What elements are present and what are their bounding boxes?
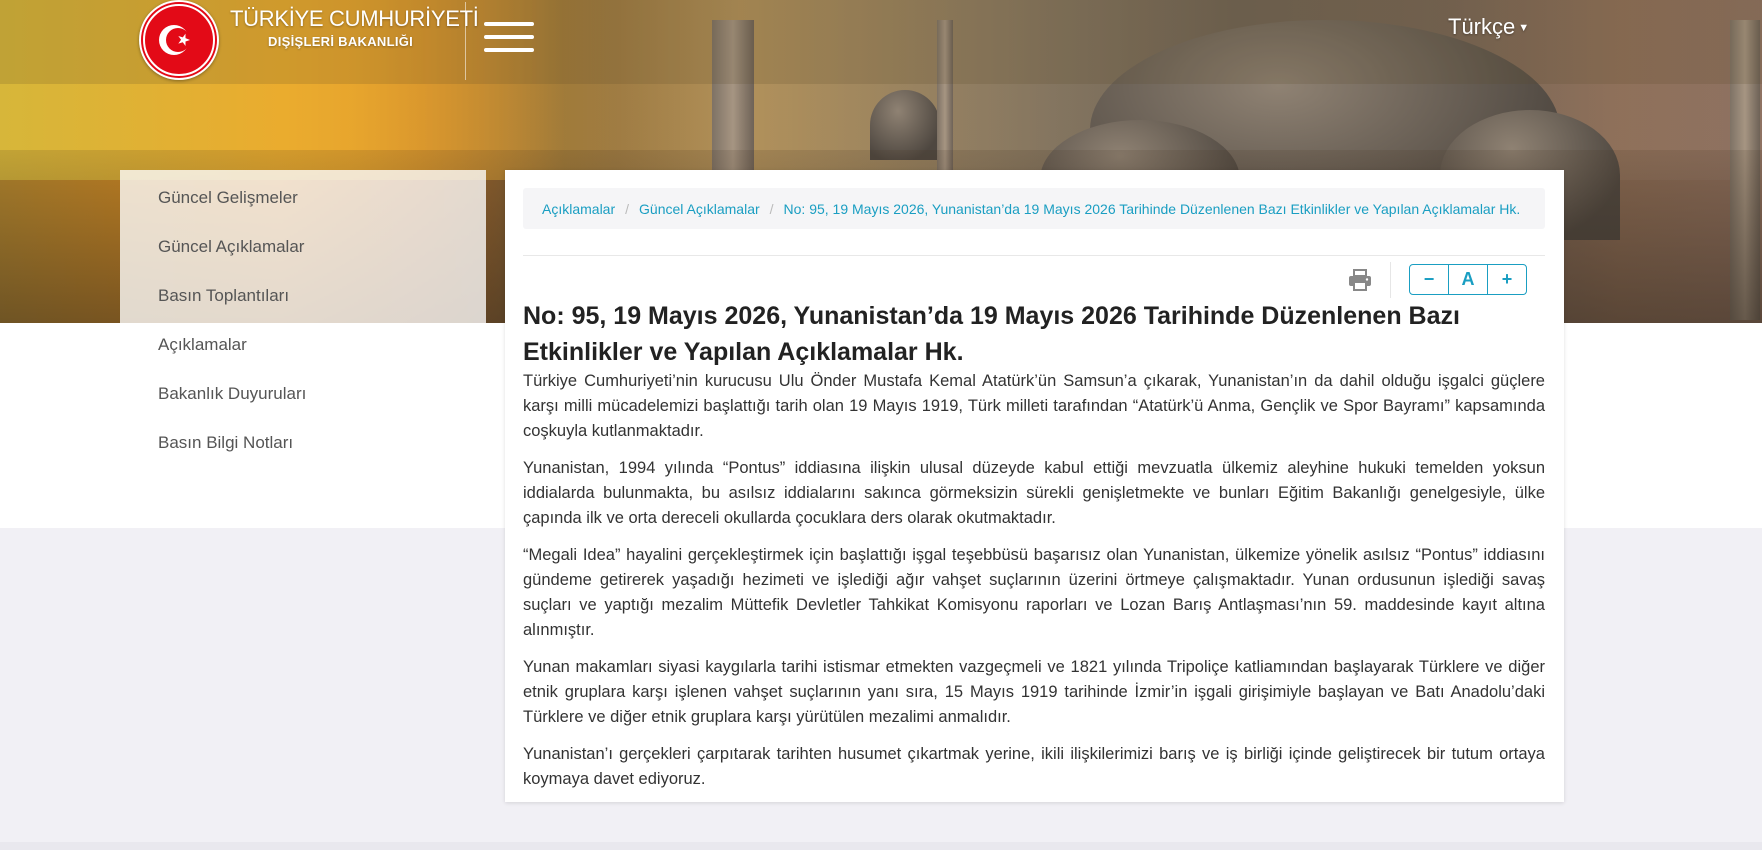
breadcrumb-link-aciklamalar[interactable]: Açıklamalar — [542, 201, 615, 217]
article-paragraph: Türkiye Cumhuriyeti’nin kurucusu Ulu Önd… — [523, 372, 1545, 440]
sidebar-item-aciklamalar[interactable]: Açıklamalar — [158, 335, 306, 384]
article-paragraph: Yunan makamları siyasi kaygılarla tarihi… — [523, 658, 1545, 726]
breadcrumb: Açıklamalar / Güncel Açıklamalar / No: 9… — [523, 188, 1545, 229]
article-panel: Açıklamalar / Güncel Açıklamalar / No: 9… — [505, 170, 1564, 802]
article-body: Türkiye Cumhuriyeti’nin kurucusu Ulu Önd… — [523, 369, 1545, 804]
breadcrumb-separator: / — [769, 200, 774, 217]
toolbar-divider — [1390, 262, 1391, 298]
brand-subtitle[interactable]: DIŞİŞLERİ BAKANLIĞI — [268, 34, 413, 49]
crescent-star-icon — [159, 25, 190, 55]
sidebar-item-guncel-aciklamalar[interactable]: Güncel Açıklamalar — [158, 237, 306, 286]
font-size-control: − A + — [1409, 264, 1527, 295]
article-paragraph: Yunanistan, 1994 yılında “Pontus” iddias… — [523, 459, 1545, 527]
breadcrumb-link-guncel-aciklamalar[interactable]: Güncel Açıklamalar — [639, 201, 760, 217]
font-reset-button[interactable]: A — [1448, 265, 1487, 294]
caret-down-icon: ▼ — [1518, 22, 1530, 35]
language-selector[interactable]: Türkçe ▼ — [1448, 14, 1529, 40]
article-title: No: 95, 19 Mayıs 2026, Yunanistan’da 19 … — [523, 302, 1460, 366]
header-divider — [465, 2, 466, 80]
breadcrumb-current[interactable]: No: 95, 19 Mayıs 2026, Yunanistan’da 19 … — [784, 201, 1521, 217]
article-paragraph: Yunanistan’ı gerçekleri çarpıtarak tarih… — [523, 745, 1545, 788]
sidebar-menu: Güncel Gelişmeler Güncel Açıklamalar Bas… — [158, 188, 306, 482]
footer-strip — [0, 842, 1762, 850]
sidebar-item-bakanlik-duyurulari[interactable]: Bakanlık Duyuruları — [158, 384, 306, 433]
sidebar-item-basin-bilgi-notlari[interactable]: Basın Bilgi Notları — [158, 433, 306, 482]
sidebar-item-basin-toplantilari[interactable]: Basın Toplantıları — [158, 286, 306, 335]
divider — [523, 255, 1545, 256]
language-label: Türkçe — [1448, 14, 1516, 39]
font-decrease-button[interactable]: − — [1410, 265, 1448, 294]
article-paragraph: “Megali Idea” hayalini gerçekleştirmek i… — [523, 546, 1545, 639]
ministry-logo[interactable] — [139, 0, 219, 80]
font-increase-button[interactable]: + — [1487, 265, 1526, 294]
menu-hamburger-icon[interactable] — [484, 22, 534, 54]
sidebar-item-guncel-gelismeler[interactable]: Güncel Gelişmeler — [158, 188, 306, 237]
breadcrumb-separator: / — [625, 200, 630, 217]
brand-title[interactable]: TÜRKİYE CUMHURİYETİ — [230, 6, 479, 32]
print-icon[interactable] — [1348, 269, 1372, 291]
flag-emblem — [143, 4, 215, 76]
